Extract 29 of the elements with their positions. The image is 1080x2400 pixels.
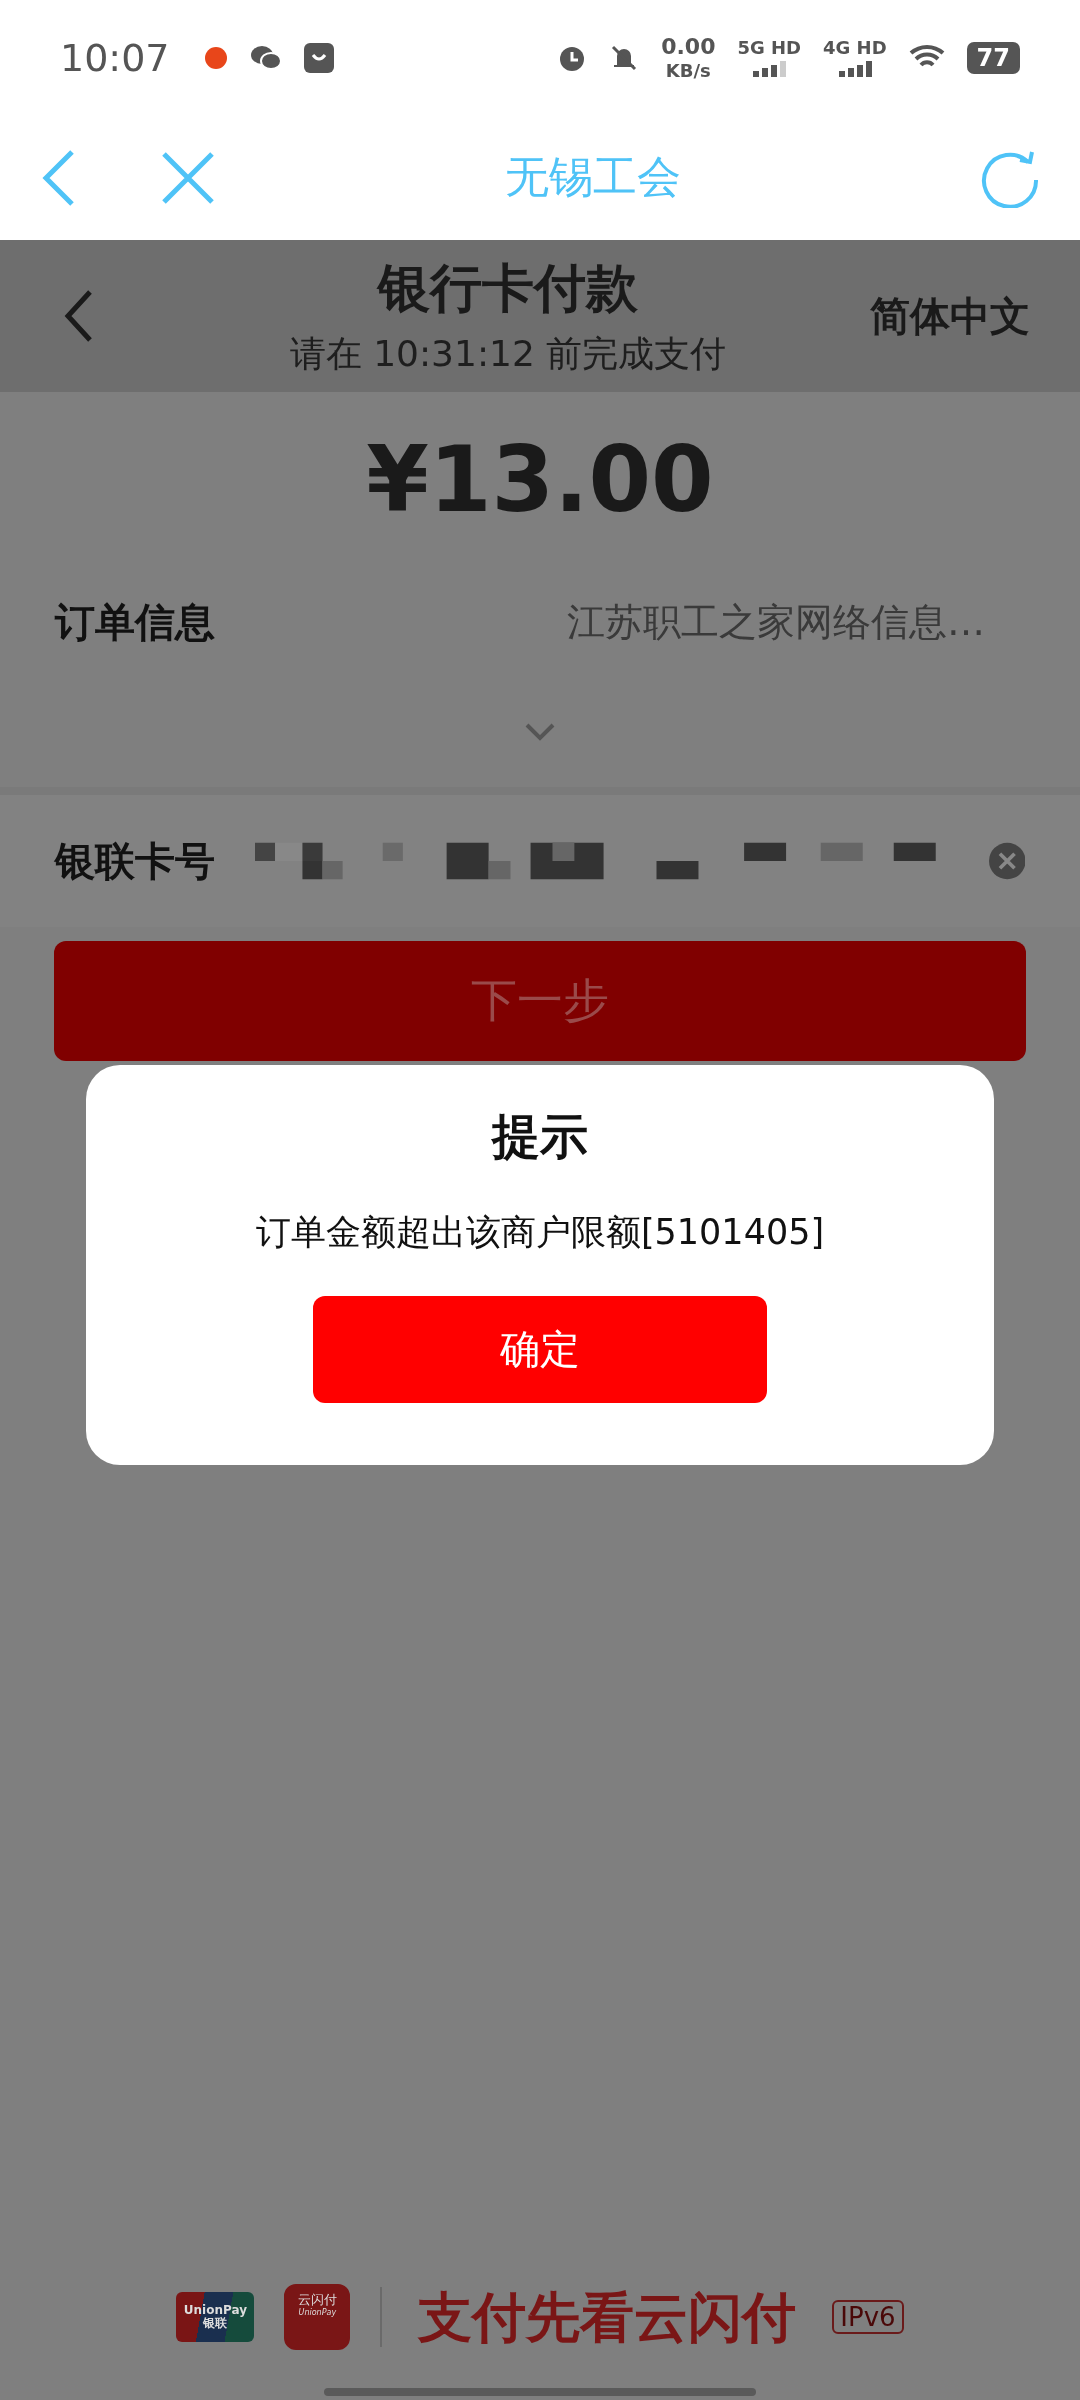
order-info-value: 江苏职工之家网络信息…	[567, 598, 985, 646]
app-title: 无锡工会	[504, 150, 682, 204]
dialog-message: 订单金额超出该商户限额[5101405]	[255, 1211, 825, 1254]
payment-deadline: 请在 10:31:12 前完成支付	[289, 331, 727, 376]
network-speed-unit: KB/s	[665, 61, 711, 80]
bag-icon	[303, 42, 334, 73]
status-time: 10:07	[60, 35, 170, 80]
next-button[interactable]: 下一步	[54, 941, 1026, 1061]
signal-icon	[836, 60, 873, 77]
payment-amount: ¥13.00	[366, 427, 714, 532]
signal-icon	[751, 60, 788, 77]
app-notification-icon	[203, 45, 228, 70]
card-number-label: 银联卡号	[55, 836, 215, 886]
network-speed: 0.00	[661, 35, 716, 58]
unionpay-logo: UnionPay 银联	[176, 2292, 255, 2342]
language-button[interactable]: 简体中文	[870, 288, 1030, 344]
chevron-down-icon[interactable]	[524, 722, 556, 742]
order-info-label: 订单信息	[55, 597, 216, 647]
battery-level: 77	[966, 41, 1020, 74]
confirm-button[interactable]: 确定	[313, 1296, 767, 1403]
sim-label: 4G HD	[823, 38, 887, 57]
ipv6-badge: IPv6	[832, 2300, 904, 2334]
sim-label: 5G HD	[737, 38, 801, 57]
slogan: 支付先看云闪付	[416, 2283, 798, 2351]
clear-icon[interactable]	[988, 841, 1025, 881]
close-button[interactable]	[160, 149, 216, 206]
page-title: 银行卡付款	[378, 256, 638, 320]
app-logo: 云闪付 UnionPay	[284, 2284, 351, 2350]
dialog-title: 提示	[492, 1107, 588, 1166]
